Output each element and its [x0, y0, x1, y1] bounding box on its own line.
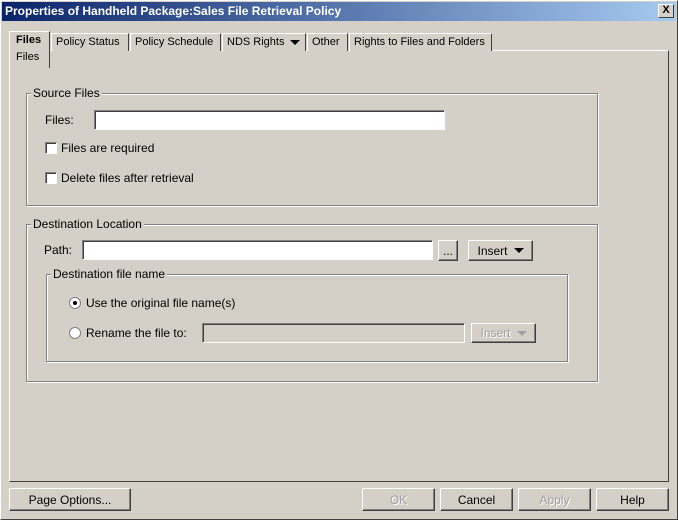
close-button[interactable]: X	[658, 4, 674, 18]
files-required-label: Files are required	[61, 141, 155, 155]
tab-label: NDS Rights	[227, 36, 285, 48]
delete-files-checkbox[interactable]	[45, 172, 57, 184]
cancel-button[interactable]: Cancel	[440, 488, 513, 511]
path-input[interactable]	[82, 240, 433, 260]
tab-other[interactable]: Other	[307, 33, 348, 51]
insert-label: Insert	[480, 326, 511, 340]
rename-radio[interactable]	[69, 327, 81, 339]
files-input[interactable]	[94, 110, 445, 130]
tab-rights-to-files[interactable]: Rights to Files and Folders	[349, 33, 492, 51]
tab-policy-status[interactable]: Policy Status	[51, 33, 129, 51]
files-required-checkbox[interactable]	[45, 142, 57, 154]
delete-files-label: Delete files after retrieval	[61, 171, 194, 185]
subtab-files[interactable]: Files	[16, 49, 43, 66]
file-name-legend: Destination file name	[51, 267, 168, 281]
browse-button[interactable]: ...	[438, 240, 458, 261]
ok-button[interactable]: OK	[362, 488, 435, 511]
apply-button[interactable]: Apply	[518, 488, 591, 511]
page-options-button[interactable]: Page Options...	[9, 488, 131, 511]
title-bar: Properties of Handheld Package:Sales Fil…	[2, 2, 676, 21]
window-title: Properties of Handheld Package:Sales Fil…	[5, 4, 342, 18]
dropdown-arrow-icon	[516, 330, 527, 336]
original-name-radio[interactable]	[69, 297, 81, 309]
dropdown-arrow-icon	[290, 40, 301, 45]
destination-legend: Destination Location	[31, 217, 144, 231]
destination-file-name-group	[46, 274, 568, 362]
rename-input[interactable]	[202, 323, 465, 343]
tab-nds-rights[interactable]: NDS Rights	[222, 33, 306, 51]
tab-label: Files	[16, 34, 42, 46]
insert-button[interactable]: Insert	[468, 240, 533, 261]
rename-label: Rename the file to:	[86, 326, 187, 340]
files-label: Files:	[45, 113, 74, 127]
original-name-label: Use the original file name(s)	[86, 296, 236, 310]
source-files-legend: Source Files	[31, 86, 102, 100]
help-button[interactable]: Help	[596, 488, 669, 511]
radio-dot	[73, 301, 77, 305]
path-label: Path:	[44, 243, 73, 257]
dropdown-arrow-icon	[513, 248, 524, 253]
insert-label: Insert	[477, 243, 508, 258]
tab-files[interactable]: Files Files	[9, 31, 50, 68]
rename-insert-button[interactable]: Insert	[471, 323, 536, 343]
tab-policy-schedule[interactable]: Policy Schedule	[130, 33, 221, 51]
